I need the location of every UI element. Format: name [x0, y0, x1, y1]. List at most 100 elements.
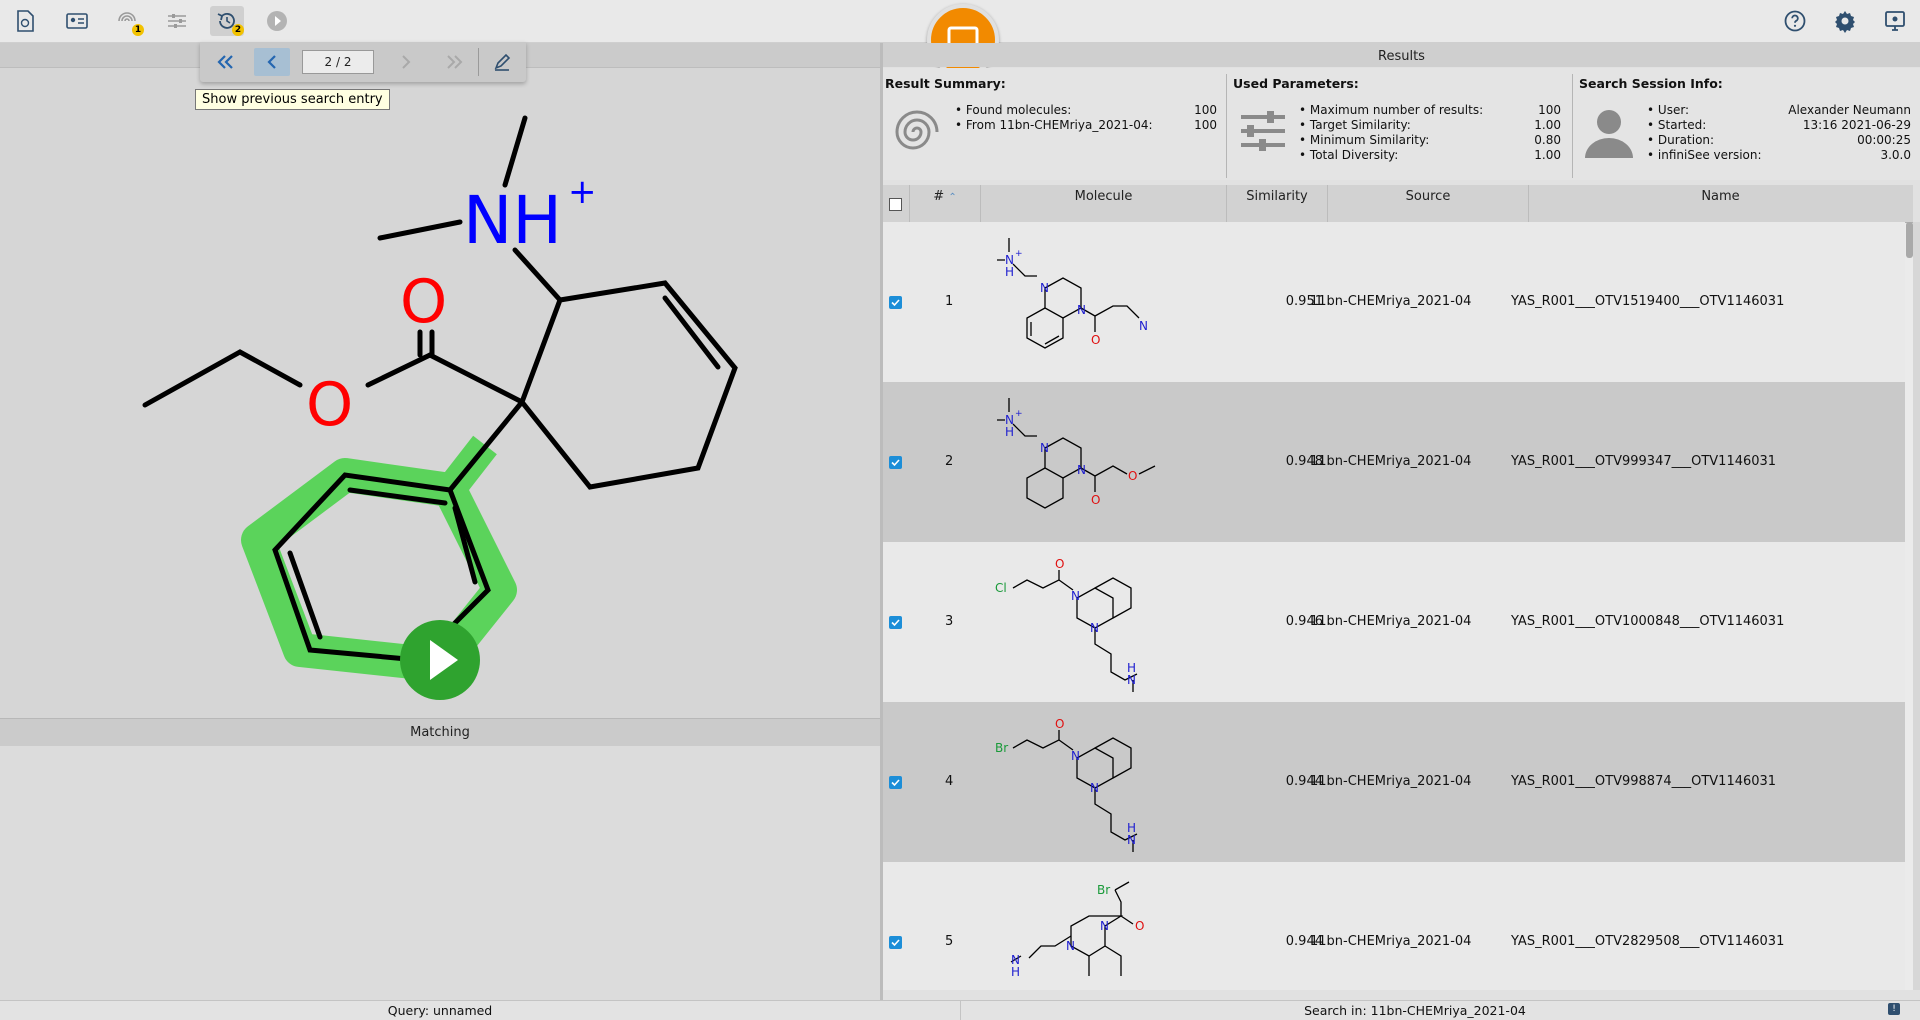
nitrogen-label: N	[1127, 673, 1136, 687]
result-summary-section: Result Summary: • Found molecules: 100 •…	[883, 68, 1223, 178]
sort-ascending-icon: ⌃	[948, 192, 957, 203]
table-row[interactable]: 2 N + H N N O O 0.948 11bn-CHEMriya_2021…	[883, 382, 1905, 542]
row-number: 5	[945, 934, 954, 949]
query-carbonyl-o-label: O	[400, 267, 447, 337]
query-molecule-canvas[interactable]: NH + O O	[0, 68, 880, 718]
last-entry-icon[interactable]	[436, 48, 472, 76]
new-search-icon[interactable]	[8, 6, 42, 36]
summary-row: • From 11bn-CHEMriya_2021-04:	[955, 118, 1153, 132]
history-navigation-bar: 2 / 2	[200, 42, 526, 82]
notification-icon[interactable]: !	[1888, 1003, 1900, 1015]
display-settings-icon[interactable]	[1878, 6, 1912, 36]
parameters-section: Used Parameters: • Maximum number of res…	[1231, 68, 1571, 178]
status-search-in: Search in: 11bn-CHEMriya_2021-04	[1304, 1003, 1526, 1018]
row-number: 1	[945, 294, 954, 309]
molecule-structure: Br O N N H N	[995, 717, 1138, 852]
parameter-value: 100	[1538, 103, 1561, 117]
nitrogen-label: N	[1071, 749, 1080, 763]
session-value: 13:16 2021-06-29	[1802, 118, 1911, 132]
status-query: Query: unnamed	[387, 1003, 493, 1018]
column-header-name[interactable]: Name	[1529, 185, 1912, 222]
fingerprint-icon[interactable]: 1	[110, 6, 144, 36]
row-number: 3	[945, 614, 954, 629]
molecule-structure: Br O N N N H	[1010, 881, 1144, 979]
table-row[interactable]: 4 Br O N N H N 0.944 11bn-CHEMriya_2021-…	[883, 702, 1905, 862]
row-number: 4	[945, 774, 954, 789]
nitrogen-label: N	[1040, 441, 1049, 455]
nitrogen-label: N	[1077, 463, 1086, 477]
session-info-section: Search Session Info: • User: Alexander N…	[1577, 68, 1917, 178]
table-row[interactable]: 3 Cl O N N H N 0.946 11bn-CHEMriya_2021-…	[883, 542, 1905, 702]
query-plus-label: +	[568, 172, 597, 212]
select-all-checkbox[interactable]	[889, 198, 902, 211]
oxygen-label: O	[1055, 557, 1064, 571]
spiral-icon	[895, 110, 939, 150]
parameter-row: • Maximum number of results:	[1299, 103, 1484, 117]
session-row: • infiniSee version:	[1647, 148, 1762, 162]
run-search-icon[interactable]	[260, 6, 294, 36]
row-checkbox[interactable]	[889, 936, 902, 949]
nitrogen-label: N	[1100, 919, 1109, 933]
molecule-structure: N + H N N O O	[997, 398, 1156, 509]
session-info-title: Search Session Info:	[1579, 76, 1723, 91]
session-value: Alexander Neumann	[1788, 103, 1911, 117]
oxygen-label: O	[1128, 469, 1137, 483]
nitrogen-label: N	[1139, 319, 1148, 333]
parameter-row: • Minimum Similarity:	[1299, 133, 1430, 147]
session-value: 3.0.0	[1880, 148, 1911, 162]
edit-query-icon[interactable]	[484, 48, 520, 76]
parameters-title: Used Parameters:	[1233, 76, 1359, 91]
nitrogen-label: N	[1066, 939, 1075, 953]
name-value: YAS_R001___OTV999347___OTV1146031	[1511, 454, 1777, 469]
nitrogen-label: N	[1090, 621, 1099, 635]
column-header-molecule[interactable]: Molecule	[981, 185, 1227, 222]
row-checkbox[interactable]	[889, 456, 902, 469]
bromine-label: Br	[1097, 883, 1110, 897]
select-all-checkbox-cell[interactable]	[883, 185, 910, 222]
session-value: 00:00:25	[1857, 133, 1911, 147]
next-entry-icon[interactable]	[388, 48, 424, 76]
parameters-icon[interactable]	[160, 6, 194, 36]
table-scrollbar[interactable]	[1913, 222, 1920, 990]
session-row: • Duration:	[1647, 133, 1715, 147]
history-icon[interactable]: 2	[210, 6, 244, 36]
matching-area	[0, 746, 880, 1000]
row-number: 2	[945, 454, 954, 469]
history-bar-separator	[478, 48, 479, 76]
row-checkbox[interactable]	[889, 296, 902, 309]
name-value: YAS_R001___OTV1519400___OTV1146031	[1511, 294, 1785, 309]
first-entry-icon[interactable]	[208, 48, 244, 76]
table-row[interactable]: 5 Br O N N N H 0.944 11bn-CHEMriya_2021-…	[883, 862, 1905, 990]
column-header-source[interactable]: Source	[1328, 185, 1529, 222]
nitrogen-label: N	[1071, 589, 1080, 603]
row-checkbox[interactable]	[889, 776, 902, 789]
matching-header: Matching	[0, 718, 880, 747]
play-overlay-icon[interactable]	[400, 620, 480, 700]
session-row: • User:	[1647, 103, 1690, 117]
fingerprint-badge: 1	[132, 24, 144, 36]
oxygen-label: O	[1135, 919, 1144, 933]
parameter-value: 1.00	[1534, 148, 1561, 162]
results-summary-panel: Result Summary: • Found molecules: 100 •…	[883, 68, 1920, 180]
scrollbar-thumb[interactable]	[1906, 222, 1913, 258]
help-icon[interactable]	[1778, 6, 1812, 36]
source-value: 11bn-CHEMriya_2021-04	[1310, 294, 1472, 309]
results-table: # ⌃ Molecule Similarity Source Name 1 N …	[883, 185, 1913, 990]
history-counter: 2 / 2	[302, 50, 374, 74]
id-card-icon[interactable]	[60, 6, 94, 36]
history-badge: 2	[232, 24, 244, 36]
column-header-similarity[interactable]: Similarity	[1227, 185, 1328, 222]
oxygen-label: O	[1055, 717, 1064, 731]
nitrogen-label: N	[1127, 833, 1136, 847]
chlorine-label: Cl	[995, 581, 1007, 595]
name-value: YAS_R001___OTV998874___OTV1146031	[1511, 774, 1777, 789]
source-value: 11bn-CHEMriya_2021-04	[1310, 614, 1472, 629]
nitrogen-label: N	[1077, 303, 1086, 317]
table-row[interactable]: 1 N + H N N O N 0.951 11bn-CHEMriya_2021…	[883, 222, 1905, 382]
row-checkbox[interactable]	[889, 616, 902, 629]
column-header-number[interactable]: # ⌃	[910, 185, 981, 222]
previous-entry-icon[interactable]	[254, 48, 290, 76]
hydrogen-label: H	[1011, 965, 1020, 979]
settings-gear-icon[interactable]	[1828, 6, 1862, 36]
nitrogen-label: N	[1090, 781, 1099, 795]
